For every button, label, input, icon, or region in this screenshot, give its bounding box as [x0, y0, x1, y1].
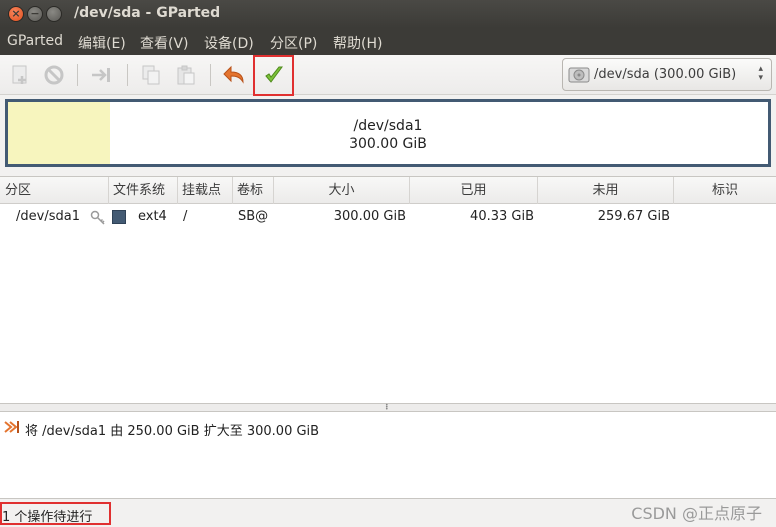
copy-button[interactable]: [135, 59, 167, 91]
toolbar-separator: [77, 64, 78, 86]
maximize-window-button[interactable]: [46, 6, 62, 22]
col-unused[interactable]: 未用: [538, 177, 674, 204]
close-window-button[interactable]: ×: [8, 6, 24, 22]
filesystem-color-swatch: [112, 210, 126, 224]
maximize-icon: [47, 7, 61, 21]
minimize-icon: −: [30, 7, 40, 20]
table-row[interactable]: /dev/sda1 ext4 / SB@ 300.00 GiB 40.33 Gi…: [0, 205, 776, 229]
table-header: 分区 文件系统 挂载点 卷标 大小 已用 未用 标识: [0, 177, 776, 204]
cell-partition: /dev/sda1: [16, 209, 80, 224]
col-filesystem[interactable]: 文件系统: [109, 177, 178, 204]
graphic-partition-name: /dev/sda1: [353, 118, 423, 134]
device-selector[interactable]: /dev/sda (300.00 GiB) ▴ ▾: [562, 58, 772, 91]
menu-view[interactable]: 查看(V): [140, 33, 189, 53]
hard-disk-icon: [568, 67, 590, 83]
resize-operation-icon: [4, 421, 19, 433]
cell-mountpoint: /: [183, 209, 188, 224]
apply-highlight-box: [253, 55, 294, 96]
status-highlight-box: [0, 502, 111, 525]
toolbar: /dev/sda (300.00 GiB) ▴ ▾: [0, 55, 776, 95]
col-used[interactable]: 已用: [410, 177, 538, 204]
menu-partition[interactable]: 分区(P): [270, 33, 317, 53]
pane-resize-handle[interactable]: • • •: [0, 403, 776, 413]
col-mountpoint[interactable]: 挂载点: [178, 177, 233, 204]
cell-filesystem: ext4: [138, 209, 167, 224]
menu-device[interactable]: 设备(D): [204, 33, 254, 53]
pending-operations-pane: 将 /dev/sda1 由 250.00 GiB 扩大至 300.00 GiB: [0, 411, 776, 499]
resize-move-button[interactable]: [86, 59, 118, 91]
watermark: CSDN @正点原子: [631, 504, 762, 523]
delete-partition-button[interactable]: [38, 59, 70, 91]
operation-item[interactable]: 将 /dev/sda1 由 250.00 GiB 扩大至 300.00 GiB: [25, 420, 319, 439]
toolbar-separator: [210, 64, 211, 86]
undo-button[interactable]: [218, 59, 250, 91]
col-flags[interactable]: 标识: [674, 177, 776, 204]
graphic-partition-size: 300.00 GiB: [349, 136, 427, 152]
menu-gparted[interactable]: GParted: [7, 33, 63, 49]
device-label: /dev/sda (300.00 GiB): [594, 67, 737, 82]
title-bar: × − /dev/sda - GParted: [0, 0, 776, 28]
paste-button[interactable]: [170, 59, 202, 91]
col-size[interactable]: 大小: [274, 177, 410, 204]
menu-help[interactable]: 帮助(H): [333, 33, 382, 53]
paste-icon: [177, 65, 195, 85]
combo-arrows-icon: ▴ ▾: [758, 64, 763, 83]
minimize-window-button[interactable]: −: [27, 6, 43, 22]
menu-edit[interactable]: 编辑(E): [78, 33, 126, 53]
col-label[interactable]: 卷标: [233, 177, 274, 204]
partition-table: 分区 文件系统 挂载点 卷标 大小 已用 未用 标识 /dev/sda1 ext…: [0, 176, 776, 404]
cell-unused: 259.67 GiB: [597, 209, 670, 224]
delete-icon: [44, 65, 64, 85]
col-partition[interactable]: 分区: [0, 177, 109, 204]
new-partition-button[interactable]: [4, 59, 36, 91]
close-icon: ×: [11, 7, 21, 20]
new-partition-icon: [12, 65, 27, 84]
key-icon: [90, 210, 105, 225]
cell-size: 300.00 GiB: [333, 209, 406, 224]
copy-icon: [142, 65, 160, 85]
undo-icon: [223, 65, 244, 84]
cell-label: SB@: [238, 209, 269, 224]
toolbar-separator: [127, 64, 128, 86]
disk-graphic[interactable]: /dev/sda1 300.00 GiB: [5, 99, 771, 167]
menu-bar: GParted 编辑(E) 查看(V) 设备(D) 分区(P) 帮助(H): [0, 28, 776, 55]
resize-move-icon: [92, 68, 110, 82]
window-title: /dev/sda - GParted: [74, 5, 221, 21]
cell-used: 40.33 GiB: [470, 209, 534, 224]
